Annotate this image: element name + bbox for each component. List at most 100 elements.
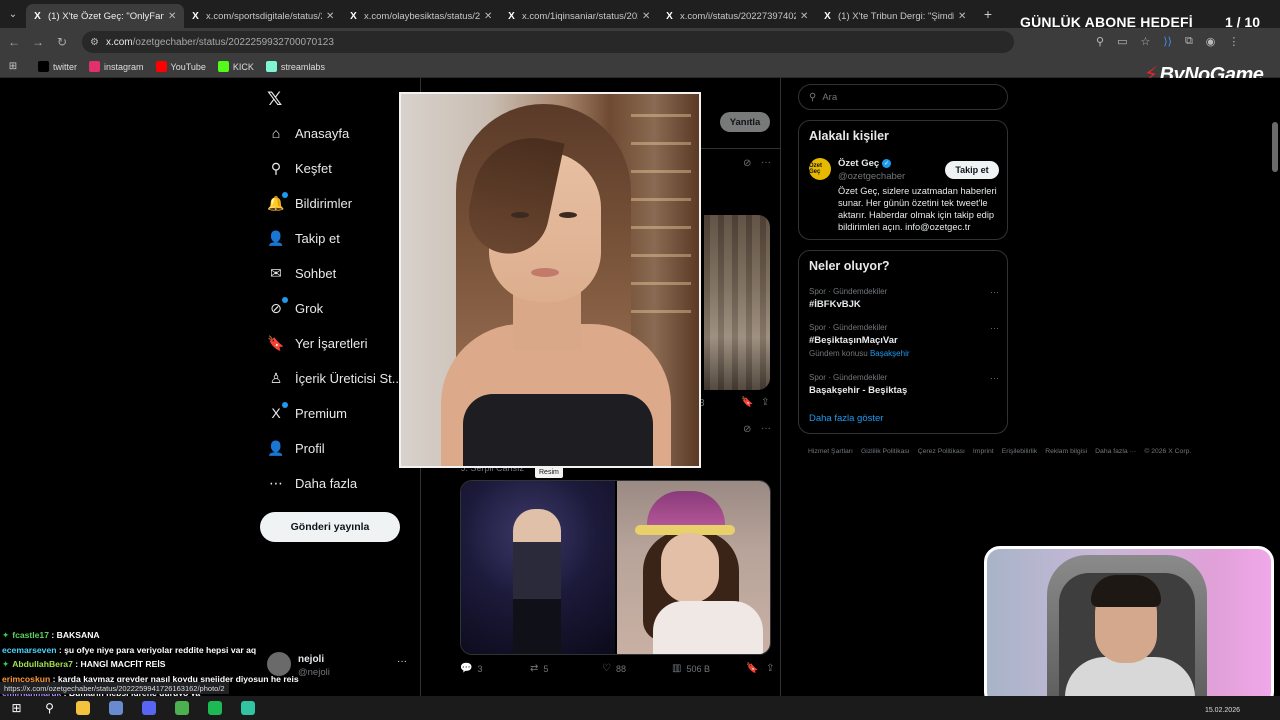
close-icon[interactable]: ✕ bbox=[484, 11, 494, 22]
nav-item-10[interactable]: ⋯ Daha fazla bbox=[267, 472, 357, 494]
menu-icon[interactable]: ⋮ bbox=[1228, 35, 1239, 48]
footer-link[interactable]: Erişilebilirlik bbox=[1002, 448, 1038, 455]
streamlabs-icon[interactable] bbox=[231, 696, 264, 720]
x-logo-icon[interactable]: 𝕏 bbox=[267, 88, 282, 111]
tweet-media-grid[interactable] bbox=[460, 480, 771, 655]
trend-name: #BeşiktaşınMaçıVar bbox=[809, 335, 898, 346]
nav-item-5[interactable]: ⊘ Grok bbox=[267, 296, 323, 319]
forward-button[interactable]: → bbox=[26, 35, 50, 49]
scrollbar-thumb[interactable] bbox=[1272, 122, 1278, 172]
close-icon[interactable]: ✕ bbox=[642, 11, 652, 22]
site-info-icon[interactable]: ⚙ bbox=[90, 37, 99, 48]
youtube-icon bbox=[155, 61, 167, 72]
grok-tweet-icon[interactable]: ⊘ bbox=[743, 158, 751, 169]
footer-link[interactable]: Çerez Politikası bbox=[918, 448, 965, 455]
star-icon[interactable]: ☆ bbox=[1140, 35, 1150, 48]
bookmark-kick[interactable]: KICK bbox=[217, 61, 254, 72]
tab-list: X(1) X'te Özet Geç: "OnlyFans içi✕Xx.com… bbox=[26, 0, 974, 28]
views-action[interactable]: ▥ 506 B bbox=[672, 663, 746, 674]
close-icon[interactable]: ✕ bbox=[326, 11, 336, 22]
share-action[interactable]: ⇪ bbox=[766, 663, 779, 674]
tab-2[interactable]: Xx.com/sportsdigitale/status/20 ✕ bbox=[184, 4, 342, 28]
reply-action[interactable]: 💬 3 bbox=[460, 663, 530, 674]
avatar[interactable]: Özet Geç bbox=[809, 158, 831, 180]
cast-icon[interactable]: ▭ bbox=[1117, 35, 1127, 48]
bookmark-tweet-icon[interactable]: 🔖 bbox=[741, 397, 753, 408]
follow-button[interactable]: Takip et bbox=[945, 161, 999, 179]
nav-item-2[interactable]: 🔔 Bildirimler bbox=[267, 191, 352, 214]
verified-icon: ✓ bbox=[882, 158, 892, 168]
back-button[interactable]: ← bbox=[2, 35, 26, 49]
apps-grid-icon[interactable]: ⊞ bbox=[0, 61, 26, 72]
extension-icon[interactable]: ⟩⟩ bbox=[1163, 35, 1172, 48]
show-more-link[interactable]: Daha fazla göster bbox=[809, 413, 883, 424]
windows-start-icon[interactable]: ⊞ bbox=[0, 696, 33, 720]
zoom-icon[interactable]: ⚲ bbox=[1096, 35, 1104, 48]
discord-icon[interactable] bbox=[132, 696, 165, 720]
trend-context-link[interactable]: Başakşehir bbox=[870, 349, 910, 358]
tab-5[interactable]: Xx.com/i/status/20227397402480 ✕ bbox=[658, 4, 816, 28]
bookmark-youtube[interactable]: YouTube bbox=[155, 61, 206, 72]
nav-item-8[interactable]: X Premium bbox=[267, 402, 347, 424]
like-action[interactable]: ♡ 88 bbox=[602, 663, 672, 674]
reply-button[interactable]: Yanıtla bbox=[720, 112, 770, 132]
chrome-icon[interactable] bbox=[165, 696, 198, 720]
trend-more-icon[interactable]: ··· bbox=[990, 287, 999, 297]
bookmark-action[interactable]: 🔖 bbox=[746, 663, 766, 674]
tab-search-button[interactable]: ⌄ bbox=[0, 0, 26, 28]
nav-item-3[interactable]: 👤 Takip et bbox=[267, 227, 340, 249]
nav-item-4[interactable]: ✉ Sohbet bbox=[267, 262, 336, 284]
puzzle-icon[interactable]: ⧉ bbox=[1185, 35, 1193, 48]
trend-item[interactable]: Spor · Gündemdekiler Başakşehir - Beşikta… bbox=[809, 373, 999, 396]
bookmark-instagram[interactable]: instagram bbox=[89, 61, 144, 72]
reply-icon: 💬 bbox=[460, 663, 473, 674]
footer-link[interactable]: Reklam bilgisi bbox=[1045, 448, 1087, 455]
search-input[interactable]: ⚲ Ara bbox=[798, 84, 1008, 110]
search-icon[interactable]: ⚲ bbox=[33, 696, 66, 720]
x-icon: X bbox=[824, 10, 831, 22]
spotify-icon[interactable] bbox=[198, 696, 231, 720]
tab-6[interactable]: X (1) X'te Tribun Dergi: "Şimdi so ✕ bbox=[816, 4, 974, 28]
tweet-photo-1[interactable] bbox=[461, 481, 615, 654]
nav-item-label: Daha fazla bbox=[295, 475, 358, 491]
profile-avatar-icon[interactable]: ◉ bbox=[1206, 35, 1216, 48]
post-button[interactable]: Gönderi yayınla bbox=[260, 512, 400, 542]
tab-4[interactable]: Xx.com/1iqinsaniar/status/20229 ✕ bbox=[500, 4, 658, 28]
nav-item-0[interactable]: ⌂ Anasayfa bbox=[267, 122, 349, 144]
close-icon[interactable]: ✕ bbox=[958, 11, 968, 22]
tweet-photo-2[interactable] bbox=[617, 481, 770, 654]
footer-link[interactable]: Gizlilik Politikası bbox=[861, 448, 910, 455]
footer-link[interactable]: Daha fazla ··· bbox=[1095, 448, 1136, 455]
reload-button[interactable]: ↻ bbox=[50, 35, 74, 49]
tab-3[interactable]: Xx.com/olaybesiktas/status/2022 ✕ bbox=[342, 4, 500, 28]
grok-tweet-icon[interactable]: ⊘ bbox=[743, 424, 751, 435]
image-preview[interactable] bbox=[399, 92, 701, 468]
nav-item-9[interactable]: 👤 Profil bbox=[267, 437, 324, 459]
nav-item-1[interactable]: ⚲ Keşfet bbox=[267, 157, 332, 179]
bookmark-twitter[interactable]: twitter bbox=[38, 61, 77, 72]
account-more-icon[interactable]: ··· bbox=[397, 656, 407, 667]
tweet-more-icon[interactable]: ··· bbox=[761, 157, 771, 168]
tab-1[interactable]: X (1) X'te Özet Geç: "OnlyFans içi ✕ bbox=[26, 4, 184, 28]
trend-more-icon[interactable]: ··· bbox=[990, 323, 999, 333]
nav-item-6[interactable]: 🔖 Yer İşaretleri bbox=[267, 332, 367, 354]
url-field[interactable]: ⚙ x.com/ozetgechaber/status/202225993270… bbox=[82, 31, 1014, 53]
nav-item-7[interactable]: ♙ İçerik Üreticisi St... bbox=[267, 367, 403, 389]
tweet-more-icon[interactable]: ··· bbox=[761, 423, 771, 434]
footer-link[interactable]: Imprint bbox=[973, 448, 994, 455]
file-explorer-icon[interactable] bbox=[66, 696, 99, 720]
trend-item[interactable]: Spor · Gündemdekiler #İBFKvBJK ··· bbox=[809, 287, 999, 310]
repost-action[interactable]: ⇄ 5 bbox=[530, 663, 602, 674]
close-icon[interactable]: ✕ bbox=[168, 11, 178, 22]
footer-link[interactable]: Hizmet Şartları bbox=[808, 448, 853, 455]
bookmark-streamlabs[interactable]: streamlabs bbox=[265, 61, 325, 72]
close-icon[interactable]: ✕ bbox=[800, 11, 810, 22]
trend-item[interactable]: Spor · Gündemdekiler #BeşiktaşınMaçıVar Gü… bbox=[809, 323, 999, 358]
related-person-name[interactable]: Özet Geç ✓ bbox=[838, 158, 892, 169]
trend-more-icon[interactable]: ··· bbox=[990, 373, 999, 383]
tweet-media[interactable] bbox=[704, 215, 770, 390]
new-tab-button[interactable]: + bbox=[978, 6, 998, 22]
share-icon[interactable]: ⇪ bbox=[761, 397, 769, 408]
notification-dot bbox=[282, 191, 288, 198]
app-icon[interactable] bbox=[99, 696, 132, 720]
